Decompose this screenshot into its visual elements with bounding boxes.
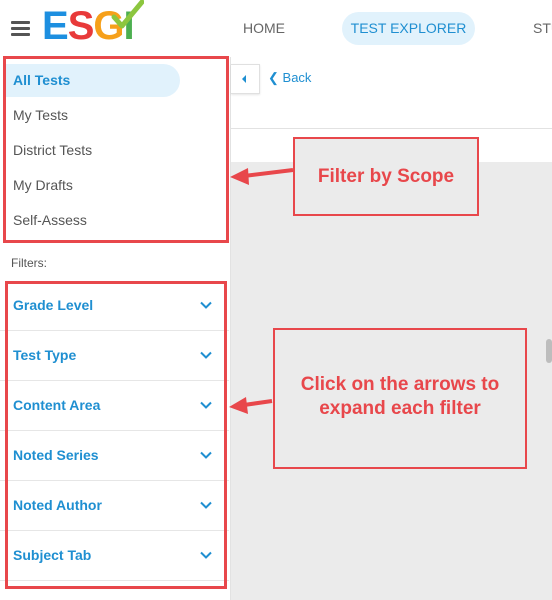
scope-arrow-head xyxy=(230,168,249,185)
scope-arrow-line xyxy=(243,168,294,178)
filters-arrow-line xyxy=(243,399,273,407)
filters-arrow-head xyxy=(229,397,248,414)
annotation-arrows xyxy=(229,168,294,414)
